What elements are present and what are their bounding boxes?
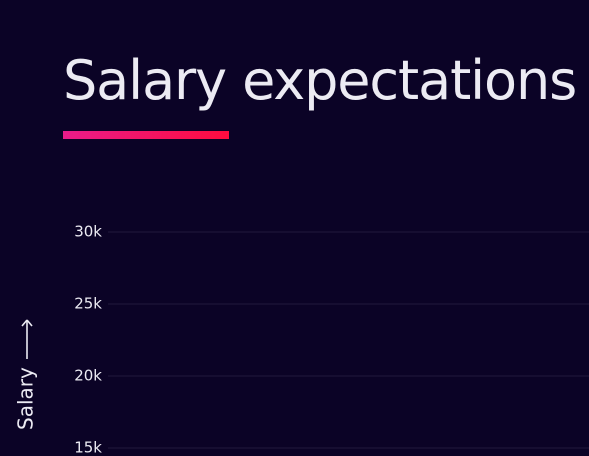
y-axis-label: Salary: [14, 367, 38, 430]
y-tick-label: 15k: [74, 439, 102, 456]
y-tick-label: 30k: [74, 223, 102, 241]
arrow-up-icon: [21, 319, 33, 359]
salary-chart-svg: 30k 25k 20k 15k Salary: [14, 223, 589, 456]
y-axis-label-group: Salary: [14, 319, 38, 430]
chart-area: 30k 25k 20k 15k Salary: [0, 0, 589, 456]
grid-lines: [108, 231, 589, 449]
y-axis-ticks: 30k 25k 20k 15k: [74, 223, 102, 456]
y-tick-label: 25k: [74, 295, 102, 313]
y-tick-label: 20k: [74, 367, 102, 385]
